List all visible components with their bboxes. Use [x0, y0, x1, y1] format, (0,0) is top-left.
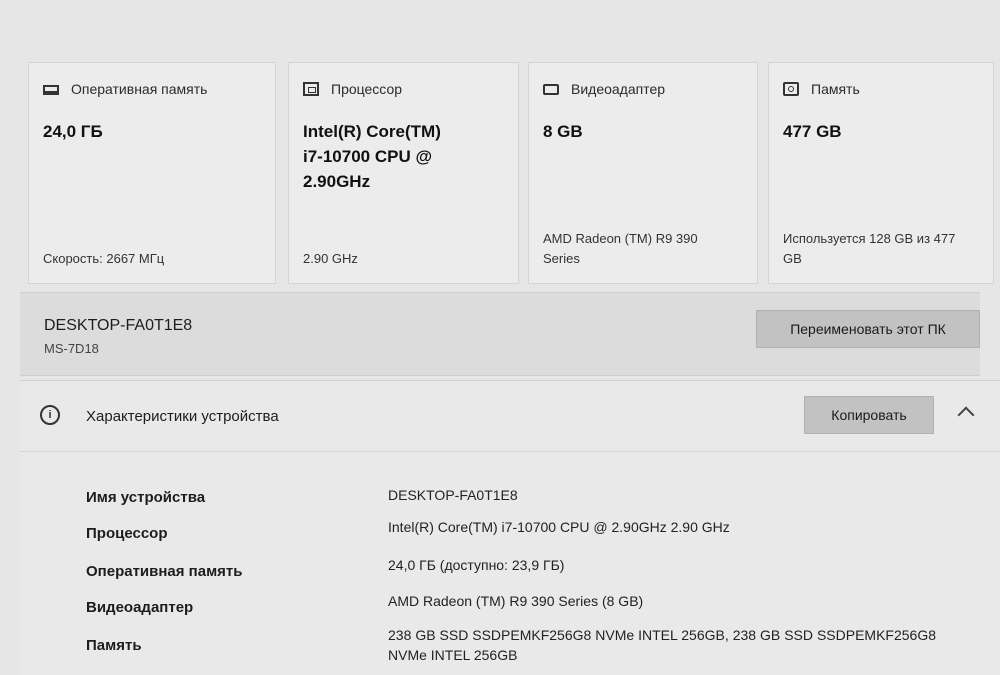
card-title: Память [811, 81, 860, 97]
card-header: Видеоадаптер [543, 81, 665, 97]
divider [20, 451, 1000, 452]
card-header: Память [783, 81, 860, 97]
section-title: Характеристики устройства [86, 408, 279, 425]
device-specifications-section: i Характеристики устройства Копировать И… [20, 380, 1000, 675]
card-footer: AMD Radeon (TM) R9 390 Series [543, 231, 698, 266]
card-footer: Используется 128 GB из 477 GB [783, 231, 956, 266]
spec-value: DESKTOP-FA0T1E8 [388, 487, 518, 503]
processor-card: Процессор Intel(R) Core(TM) i7-10700 CPU… [288, 62, 519, 284]
pc-name-bar: DESKTOP-FA0T1E8 MS-7D18 Переименовать эт… [20, 292, 980, 376]
pc-model: MS-7D18 [44, 341, 99, 356]
spec-value: Intel(R) Core(TM) i7-10700 CPU @ 2.90GHz… [388, 519, 730, 535]
spec-key: Видеоадаптер [86, 599, 194, 616]
card-title: Видеоадаптер [571, 81, 666, 97]
card-title: Оперативная память [71, 81, 208, 97]
card-value: 24,0 ГБ [43, 122, 103, 141]
card-value: Intel(R) Core(TM) i7-10700 CPU @ 2.90GHz [303, 122, 441, 191]
device-specifications-header[interactable]: i Характеристики устройства Копировать [20, 381, 1000, 451]
spec-value: 238 GB SSD SSDPEMKF256G8 NVMe INTEL 256G… [388, 627, 936, 663]
memory-icon [43, 85, 59, 95]
card-title: Процессор [331, 81, 403, 97]
hardware-summary-cards: Оперативная память 24,0 ГБ Скорость: 266… [28, 62, 1000, 284]
card-value: 477 GB [783, 122, 842, 141]
card-header: Процессор [303, 81, 402, 97]
spec-value: AMD Radeon (TM) R9 390 Series (8 GB) [388, 593, 644, 609]
spec-key: Процессор [86, 525, 168, 542]
copy-button[interactable]: Копировать [804, 396, 934, 434]
spec-key: Память [86, 637, 142, 654]
spec-value: 24,0 ГБ (доступно: 23,9 ГБ) [388, 557, 565, 573]
card-header: Оперативная память [43, 81, 207, 97]
storage-card: Память 477 GB Используется 128 GB из 477… [768, 62, 994, 284]
card-value: 8 GB [543, 122, 583, 141]
pc-name: DESKTOP-FA0T1E8 [44, 317, 193, 334]
storage-icon [783, 82, 799, 96]
processor-icon [303, 82, 319, 96]
memory-card: Оперативная память 24,0 ГБ Скорость: 266… [28, 62, 276, 284]
display-adapter-icon [543, 83, 559, 95]
card-footer: 2.90 GHz [303, 251, 358, 266]
spec-key: Имя устройства [86, 489, 206, 506]
card-footer: Скорость: 2667 МГц [43, 251, 165, 266]
chevron-up-icon[interactable] [957, 406, 975, 424]
info-icon: i [40, 405, 60, 425]
display-adapter-card: Видеоадаптер 8 GB AMD Radeon (TM) R9 390… [528, 62, 758, 284]
spec-key: Оперативная память [86, 563, 243, 580]
rename-pc-button[interactable]: Переименовать этот ПК [756, 310, 980, 348]
